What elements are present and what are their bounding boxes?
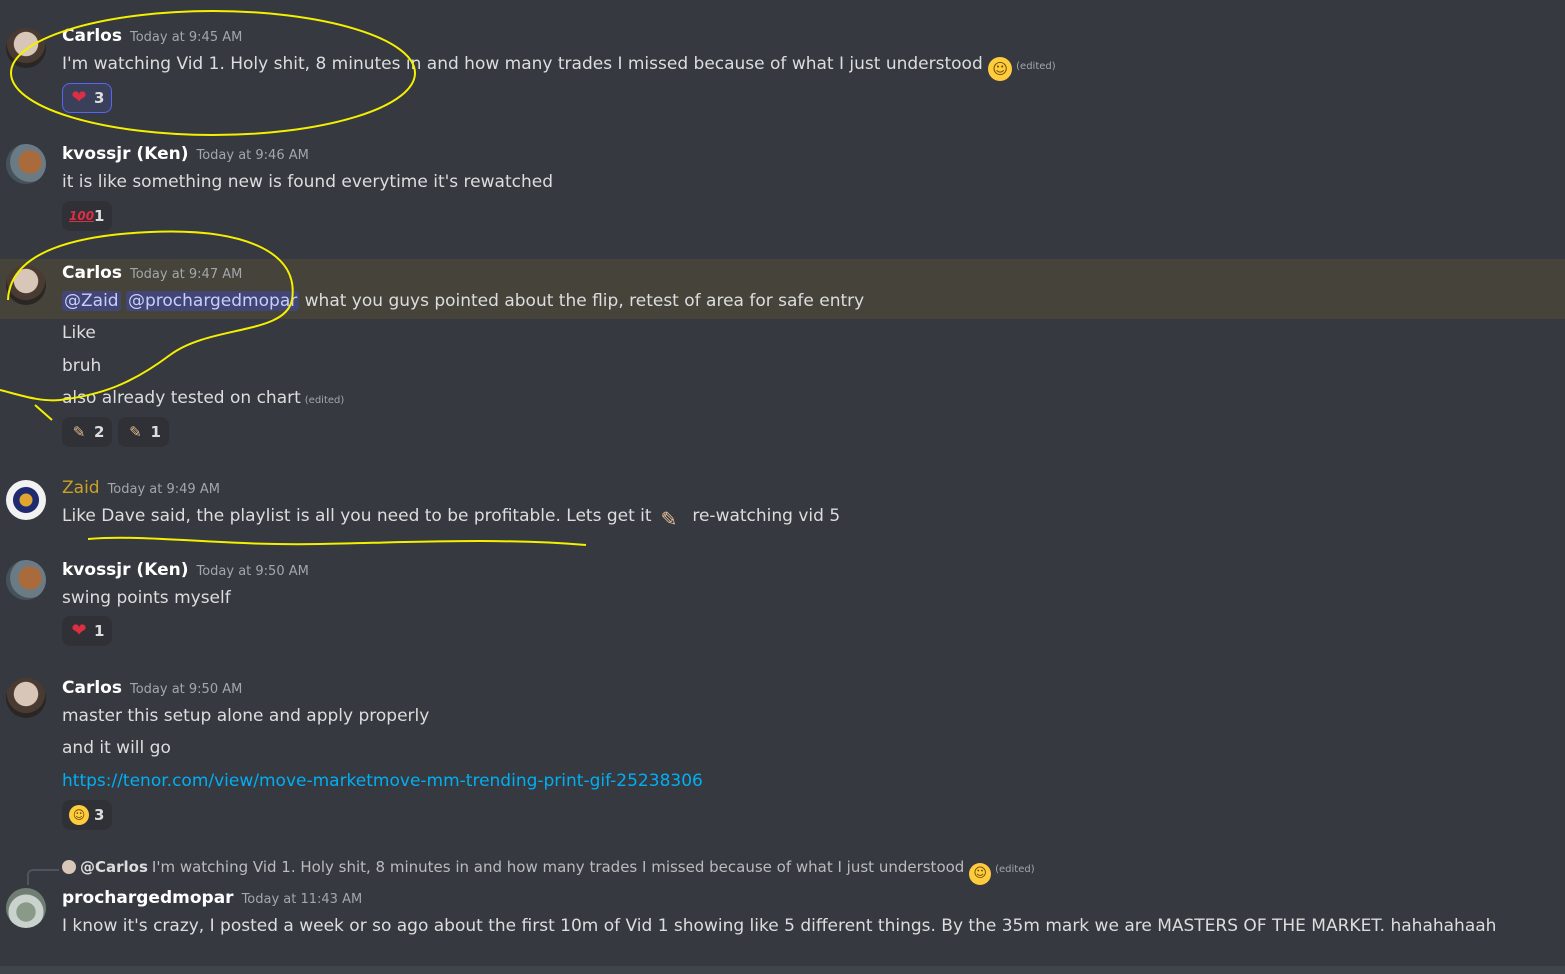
timestamp: Today at 11:43 AM bbox=[241, 892, 363, 907]
timestamp: Today at 9:49 AM bbox=[107, 482, 220, 497]
message-text: swing points myself bbox=[62, 588, 231, 608]
message-content: what you guys pointed about the flip, re… bbox=[299, 291, 865, 311]
message-prochargedmopar: prochargedmopar Today at 11:43 AM I know … bbox=[0, 886, 1565, 946]
message-text: it is like something new is found everyt… bbox=[62, 172, 553, 192]
message-content: re-watching vid 5 bbox=[692, 506, 841, 526]
edited-label: (edited) bbox=[304, 395, 345, 406]
rolling-on-floor-laughing-icon: ☺ bbox=[988, 57, 1013, 81]
flexed-biceps-icon: ✎ bbox=[72, 423, 86, 441]
timestamp: Today at 9:50 AM bbox=[129, 682, 243, 697]
reaction-tears-of-joy[interactable]: ☺ 3 bbox=[62, 800, 113, 830]
edited-label: (edited) bbox=[995, 864, 1035, 875]
reply-avatar bbox=[62, 860, 76, 874]
reaction-count: 2 bbox=[94, 423, 105, 441]
avatar[interactable] bbox=[6, 888, 46, 928]
mention-zaid[interactable]: @Zaid bbox=[62, 291, 121, 311]
username[interactable]: kvossjr (Ken) bbox=[62, 144, 188, 164]
username[interactable]: Carlos bbox=[62, 678, 122, 698]
avatar[interactable] bbox=[6, 265, 46, 305]
message-text: Like Dave said, the playlist is all you … bbox=[62, 506, 840, 531]
avatar[interactable] bbox=[6, 144, 46, 184]
username[interactable]: Carlos bbox=[62, 263, 122, 283]
reaction-flexed-biceps[interactable]: ✎ 2 bbox=[62, 417, 113, 447]
message-content: also already tested on chart bbox=[62, 388, 301, 408]
message-zaid: Zaid Today at 9:49 AM Like Dave said, the… bbox=[0, 476, 1565, 546]
message-line: and it will go bbox=[62, 738, 171, 758]
username[interactable]: Carlos bbox=[62, 26, 122, 46]
reaction-hundred[interactable]: 100 1 bbox=[62, 201, 113, 231]
message-line: master this setup alone and apply proper… bbox=[62, 706, 430, 726]
message-text: I know it's crazy, I posted a week or so… bbox=[62, 916, 1497, 936]
timestamp: Today at 9:46 AM bbox=[196, 148, 309, 163]
message-content: I'm watching Vid 1. Holy shit, 8 minutes… bbox=[62, 54, 983, 74]
reply-connector bbox=[27, 869, 59, 885]
hundred-points-icon: 100 bbox=[69, 209, 95, 223]
message-text: I'm watching Vid 1. Holy shit, 8 minutes… bbox=[62, 54, 1056, 81]
heart-icon: ❤ bbox=[71, 87, 87, 108]
username[interactable]: prochargedmopar bbox=[62, 888, 234, 908]
reply-text: I'm watching Vid 1. Holy shit, 8 minutes… bbox=[151, 858, 965, 876]
message-text: @Zaid @prochargedmopar what you guys poi… bbox=[62, 291, 864, 311]
reaction-flexed-biceps-alt[interactable]: ✎ 1 bbox=[118, 417, 169, 447]
message-ken-2: kvossjr (Ken) Today at 9:50 AM swing poin… bbox=[0, 558, 1565, 654]
reaction-heart[interactable]: ❤ 1 bbox=[62, 616, 113, 646]
rolling-on-floor-laughing-icon: ☺ bbox=[969, 863, 992, 885]
reaction-heart[interactable]: ❤ 3 bbox=[62, 83, 113, 113]
message-line: bruh bbox=[62, 356, 102, 376]
timestamp: Today at 9:47 AM bbox=[129, 267, 243, 282]
username[interactable]: Zaid bbox=[62, 478, 100, 498]
message-line: Like bbox=[62, 323, 96, 343]
message-carlos-3: Carlos Today at 9:50 AM master this setup… bbox=[0, 676, 1565, 836]
face-with-tears-of-joy-icon: ☺ bbox=[69, 805, 89, 825]
username[interactable]: kvossjr (Ken) bbox=[62, 560, 188, 580]
reaction-count: 1 bbox=[150, 423, 161, 441]
mention-prochargedmopar[interactable]: @prochargedmopar bbox=[125, 291, 300, 311]
avatar[interactable] bbox=[6, 678, 46, 718]
reply-reference[interactable]: @Carlos I'm watching Vid 1. Holy shit, 8 … bbox=[62, 858, 1035, 885]
flexed-biceps-icon: ✎ bbox=[129, 423, 142, 441]
reply-author[interactable]: @Carlos bbox=[80, 858, 148, 876]
reaction-count: 1 bbox=[94, 207, 105, 225]
avatar[interactable] bbox=[6, 560, 46, 600]
avatar[interactable] bbox=[6, 28, 46, 68]
message-input-edge[interactable] bbox=[0, 966, 1565, 974]
heart-icon: ❤ bbox=[71, 620, 87, 641]
avatar[interactable] bbox=[6, 480, 46, 520]
timestamp: Today at 9:45 AM bbox=[129, 30, 243, 45]
reaction-count: 3 bbox=[94, 806, 105, 824]
reaction-count: 1 bbox=[94, 622, 105, 640]
message-carlos-2: Carlos Today at 9:47 AM @Zaid @procharged… bbox=[0, 259, 1565, 459]
flexed-biceps-icon: ✎ bbox=[660, 507, 678, 531]
message-content: Like Dave said, the playlist is all you … bbox=[62, 506, 652, 526]
reaction-count: 3 bbox=[94, 89, 105, 107]
edited-label: (edited) bbox=[1016, 61, 1056, 72]
tenor-link[interactable]: https://tenor.com/view/move-marketmove-m… bbox=[62, 771, 703, 791]
message-carlos-1: Carlos Today at 9:45 AM I'm watching Vid … bbox=[0, 24, 1565, 124]
message-ken-1: kvossjr (Ken) Today at 9:46 AM it is like… bbox=[0, 142, 1565, 238]
timestamp: Today at 9:50 AM bbox=[196, 564, 309, 579]
message-line: also already tested on chart (edited) bbox=[62, 388, 344, 408]
